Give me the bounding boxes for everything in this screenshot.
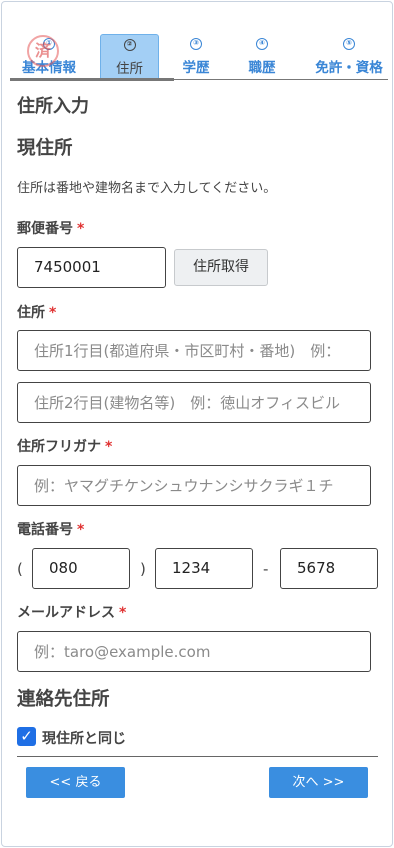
address-note: 住所は番地や建物名まで入力してください。 [17,181,277,196]
email-label-text: メールアドレス [17,605,115,621]
tab-label: 職歴 [248,60,276,76]
address-label-text: 住所 [17,305,45,321]
address-line1-input[interactable] [17,330,371,371]
address-label: 住所 * [17,302,56,322]
phone-dash: - [263,560,269,578]
get-address-button[interactable]: 住所取得 [174,249,268,286]
required-mark: * [77,221,85,237]
step-tabs: ① 基本情報 ② 住所 ③ 学歴 ④ 職歴 ⑤ 免許・資格 [10,34,388,80]
phone-label-text: 電話番号 [17,522,73,538]
step-number: ⑤ [343,38,355,50]
page-frame [1,1,393,847]
phone-area-input[interactable]: 080 [32,548,130,589]
required-mark: * [105,439,113,455]
required-mark: * [77,522,85,538]
tab-label: 住所 [116,61,143,77]
step-number: ③ [190,38,202,50]
furigana-input[interactable] [17,465,371,506]
email-label: メールアドレス * [17,602,126,622]
phone-number-input[interactable]: 5678 [280,548,378,589]
required-mark: * [49,305,57,321]
postal-label: 郵便番号 * [17,218,84,238]
tab-licenses[interactable]: ⑤ 免許・資格 [310,34,388,80]
furigana-label: 住所フリガナ * [17,436,112,456]
tab-label: 学歴 [182,60,210,76]
page-title: 住所入力 [17,96,89,117]
section-divider [17,756,378,757]
checkmark-icon: ✓ [20,727,33,745]
step-number: ④ [256,38,268,50]
phone-open-paren: ( [17,560,23,578]
contact-address-heading: 連絡先住所 [17,689,110,710]
address-line2-input[interactable] [17,382,371,423]
tabs-progress-bar [10,78,174,81]
phone-exchange-input[interactable]: 1234 [155,548,253,589]
same-as-current-checkbox[interactable]: ✓ [17,727,36,746]
tab-label: 免許・資格 [315,60,383,76]
phone-close-paren: ) [140,560,146,578]
postal-label-text: 郵便番号 [17,221,73,237]
next-button[interactable]: 次へ >> [269,767,368,798]
furigana-label-text: 住所フリガナ [17,439,101,455]
email-input[interactable] [17,631,371,672]
completed-stamp: 済 [27,35,59,67]
same-as-current-label[interactable]: 現住所と同じ [42,728,126,748]
back-button[interactable]: << 戻る [26,767,125,798]
tab-address[interactable]: ② 住所 [100,34,159,80]
required-mark: * [119,605,127,621]
postal-code-input[interactable]: 7450001 [17,247,166,288]
step-number: ② [123,39,136,51]
tab-education[interactable]: ③ 学歴 [174,34,218,80]
current-address-heading: 現住所 [17,138,73,159]
phone-label: 電話番号 * [17,519,84,539]
tab-work-history[interactable]: ④ 職歴 [240,34,284,80]
